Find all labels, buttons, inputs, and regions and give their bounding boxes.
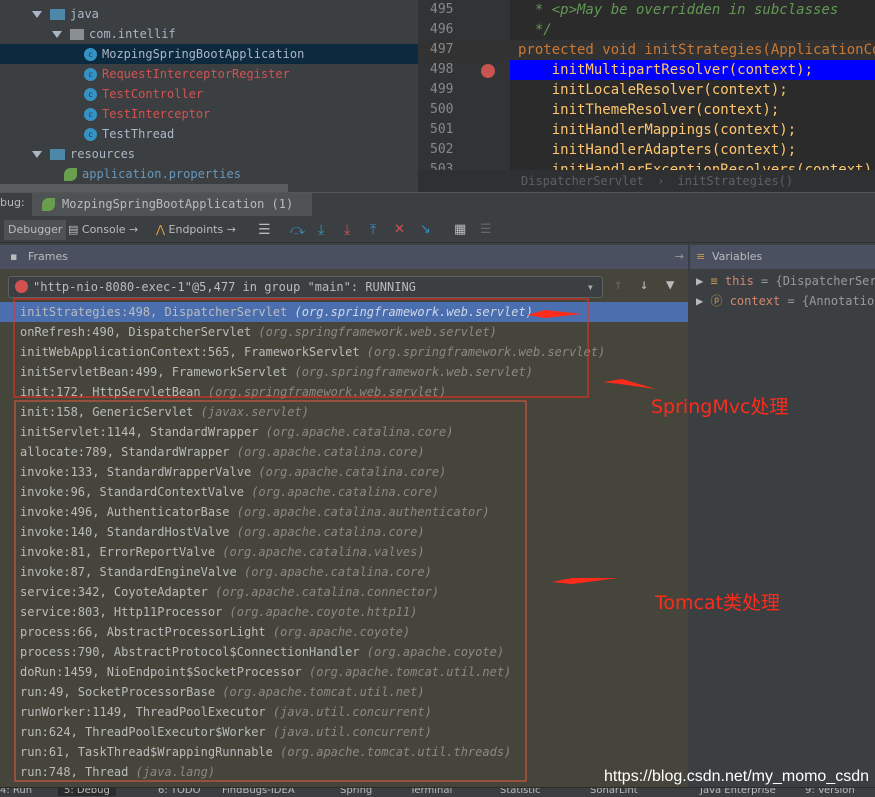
tomcat-box <box>14 400 527 782</box>
tool-window-button[interactable]: Spring <box>340 788 372 796</box>
tool-window-button[interactable]: Statistic <box>500 788 541 796</box>
tool-window-button[interactable]: Java Enterprise <box>700 788 776 796</box>
springmvc-box <box>13 298 589 398</box>
tool-window-button[interactable]: Terminal <box>410 788 452 796</box>
watermark: https://blog.csdn.net/my_momo_csdn <box>604 768 870 785</box>
tool-window-button[interactable]: 6: TODO <box>158 788 200 796</box>
springmvc-annotation: SpringMvc处理 <box>651 396 789 418</box>
tool-window-button[interactable]: FindBugs-IDEA <box>222 788 295 796</box>
tool-window-bar: 4: Run 5: Debug 6: TODO FindBugs-IDEA Spring… <box>0 787 875 797</box>
tomcat-annotation: Tomcat类处理 <box>655 592 781 614</box>
arrow-tomcat <box>552 578 618 584</box>
tool-window-button[interactable]: 5: Debug <box>58 788 116 796</box>
arrow-frame <box>527 310 582 318</box>
tool-window-button[interactable]: 9: Version <box>805 788 855 796</box>
arrow-springmvc <box>603 379 656 389</box>
tool-window-button[interactable]: SonarLint <box>590 788 638 796</box>
tool-window-button[interactable]: 4: Run <box>0 788 32 796</box>
